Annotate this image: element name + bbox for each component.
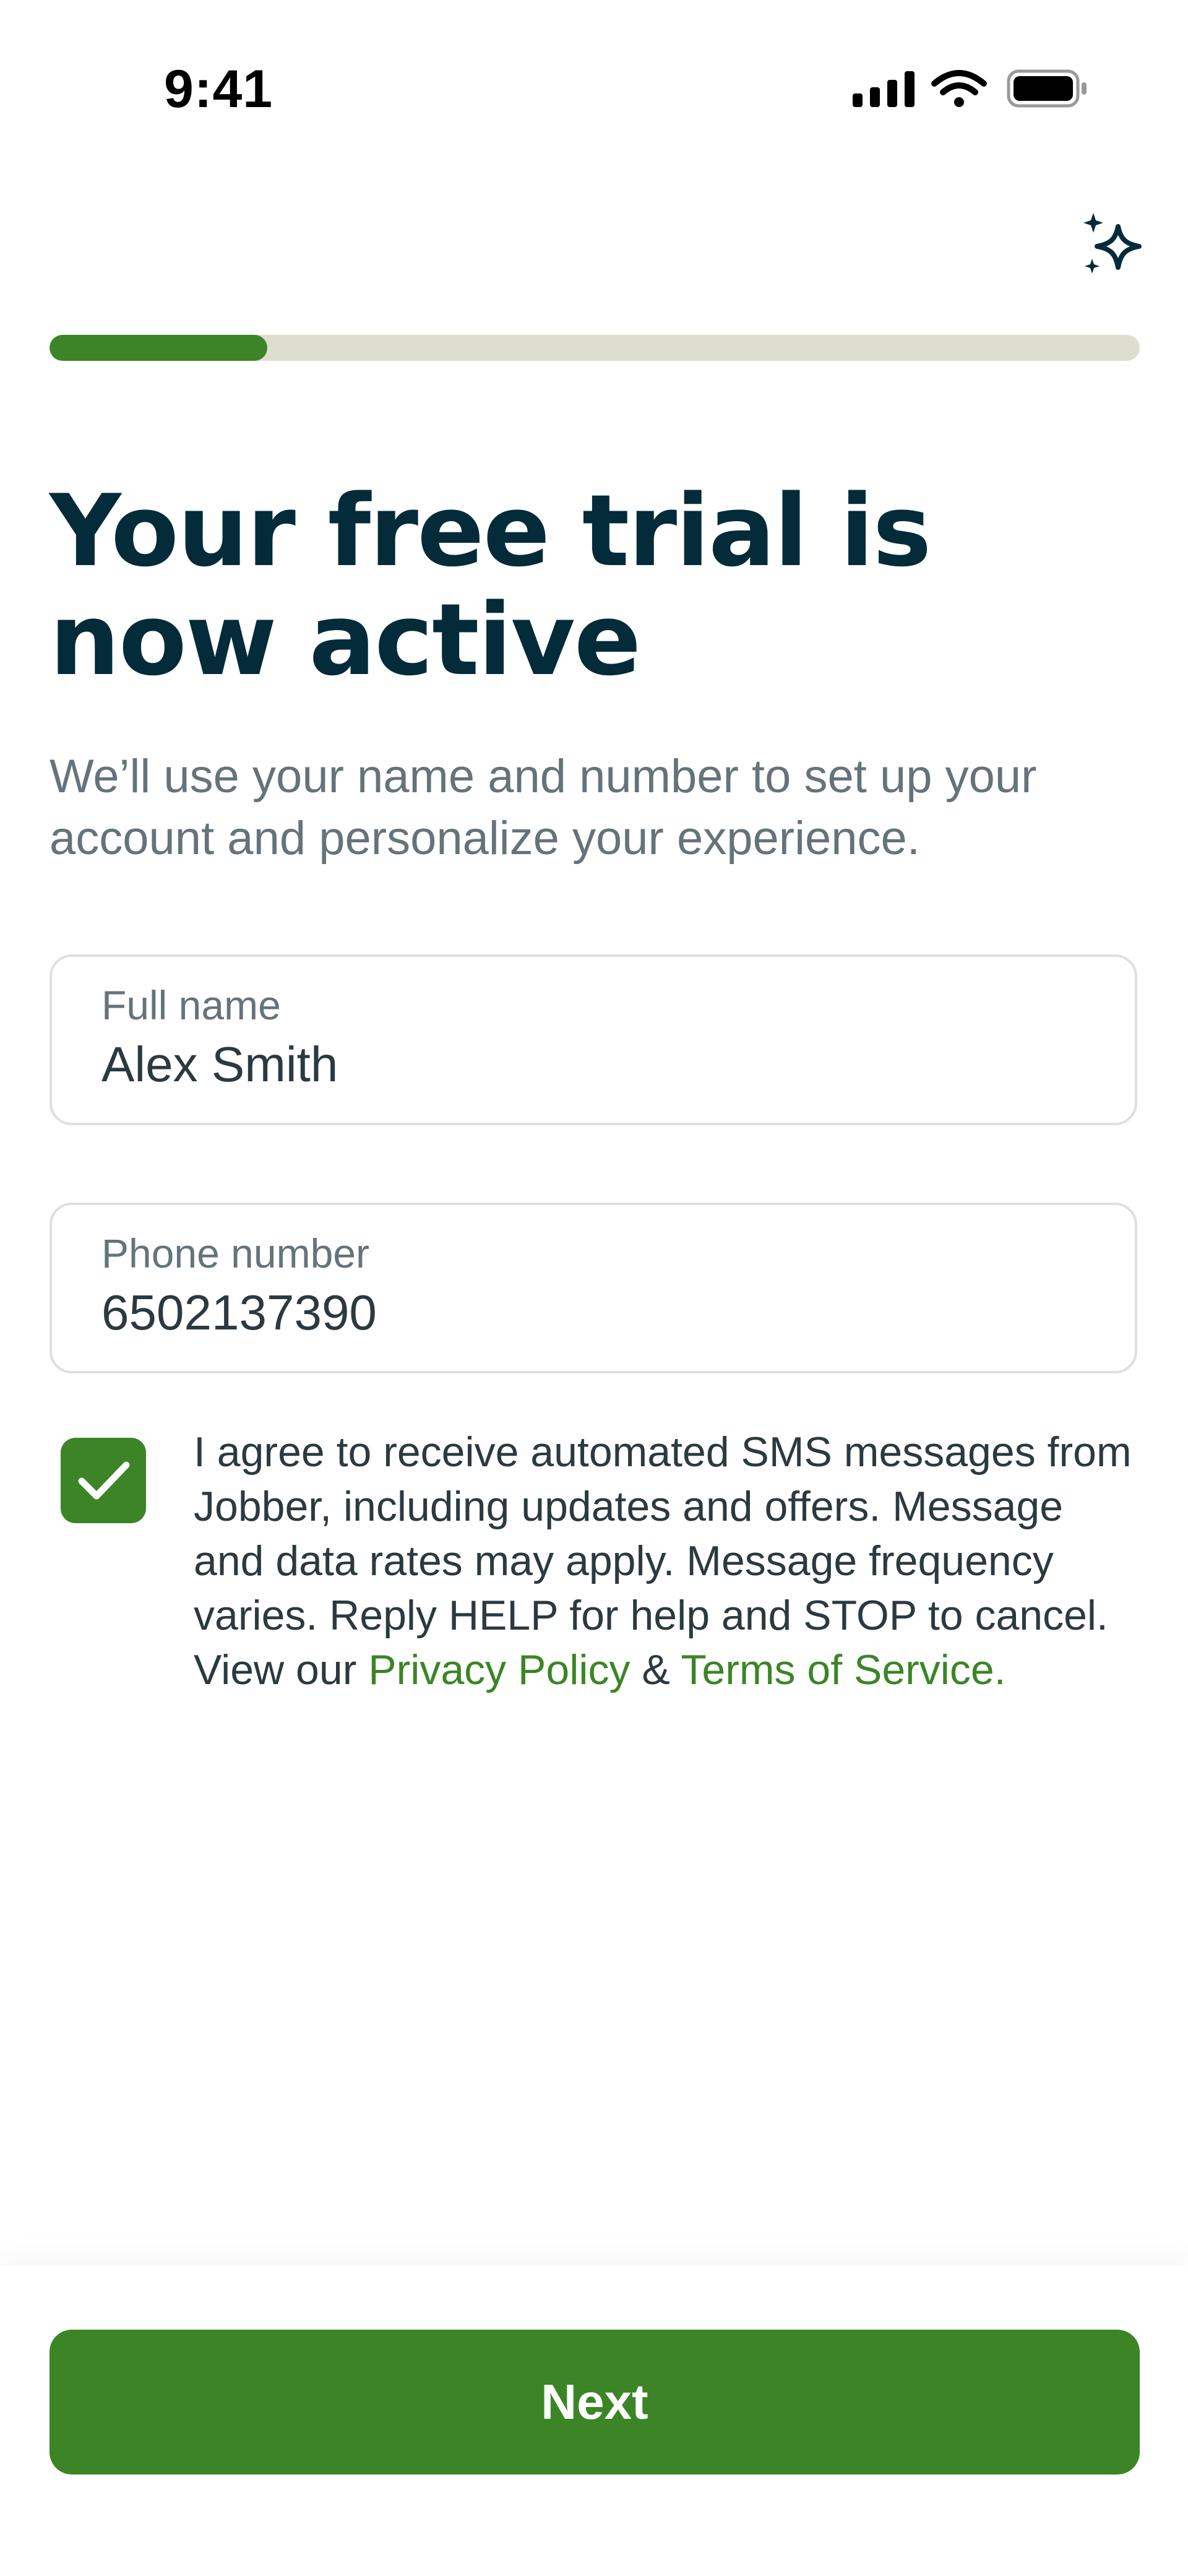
sms-consent-text: I agree to receive automated SMS message…: [194, 1425, 1134, 1697]
privacy-policy-link[interactable]: Privacy Policy: [368, 1646, 630, 1693]
status-time: 9:41: [164, 59, 273, 119]
wifi-icon: [931, 70, 987, 107]
cellular-signal-icon: [853, 71, 915, 107]
phone-number-label: Phone number: [101, 1230, 369, 1276]
sparkle-icon[interactable]: [1080, 210, 1148, 279]
page-title: Your free trial is now active: [50, 473, 932, 698]
status-bar: 9:41: [0, 0, 1188, 173]
phone-number-input[interactable]: [101, 1284, 1067, 1341]
checkmark-icon: [78, 1461, 130, 1500]
status-icons: [853, 69, 1087, 108]
next-button[interactable]: Next: [50, 2330, 1140, 2474]
terms-of-service-link[interactable]: Terms of Service.: [681, 1646, 1005, 1693]
progress-fill: [50, 335, 268, 361]
consent-joiner: &: [630, 1646, 681, 1693]
phone-number-field[interactable]: Phone number: [50, 1203, 1137, 1373]
page-subtitle: We’ll use your name and number to set up…: [50, 750, 1037, 865]
progress-bar: [50, 335, 1140, 361]
battery-icon: [1007, 69, 1087, 108]
full-name-input[interactable]: [101, 1036, 1067, 1093]
sms-consent-checkbox[interactable]: [61, 1438, 146, 1523]
full-name-label: Full name: [101, 982, 281, 1028]
full-name-field[interactable]: Full name: [50, 954, 1137, 1125]
